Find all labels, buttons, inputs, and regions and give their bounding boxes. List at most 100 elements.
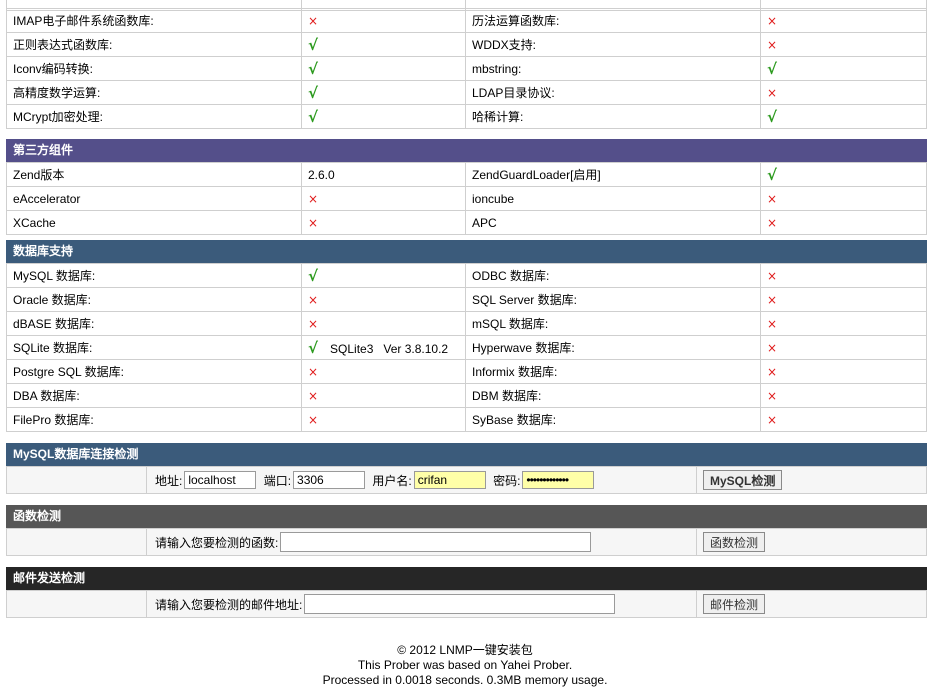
table-row: dBASE 数据库: × mSQL 数据库: × bbox=[6, 311, 927, 336]
feature-label: 哈稀计算: bbox=[465, 104, 761, 129]
check-icon: √ bbox=[308, 266, 319, 285]
no-icon: × bbox=[308, 388, 319, 403]
check-icon: √ bbox=[308, 107, 319, 126]
component-label: Zend版本 bbox=[6, 162, 302, 187]
third-party-section: 第三方组件 Zend版本 2.6.0 ZendGuardLoader[启用] √… bbox=[6, 139, 927, 235]
mysql-check-button[interactable]: MySQL检测 bbox=[703, 470, 783, 490]
check-icon: √ bbox=[767, 165, 778, 184]
table-row: Postgre SQL 数据库: × Informix 数据库: × bbox=[6, 359, 927, 384]
db-label: DBA 数据库: bbox=[6, 383, 302, 408]
mail-input[interactable] bbox=[304, 594, 616, 614]
mysql-check-form: 地址: 端口: 用户名: 密码: MySQL检测 bbox=[6, 466, 927, 494]
db-label: SQLite 数据库: bbox=[6, 335, 302, 360]
no-icon: × bbox=[767, 340, 778, 355]
no-icon: × bbox=[308, 13, 319, 28]
sqlite-version: SQLite3 Ver 3.8.10.2 bbox=[330, 341, 449, 356]
table-row: Oracle 数据库: × SQL Server 数据库: × bbox=[6, 287, 927, 312]
footer-stats: Processed in 0.0018 seconds. 0.3MB memor… bbox=[322, 673, 608, 687]
host-input[interactable] bbox=[184, 471, 257, 489]
function-check-button[interactable]: 函数检测 bbox=[703, 532, 766, 552]
db-label: MySQL 数据库: bbox=[6, 263, 302, 288]
check-icon: √ bbox=[767, 59, 778, 78]
table-row: MySQL 数据库: √ ODBC 数据库: × bbox=[6, 263, 927, 288]
password-input[interactable] bbox=[522, 471, 595, 489]
table-row: eAccelerator × ioncube × bbox=[6, 186, 927, 211]
table-row: Iconv编码转换: √ mbstring: √ bbox=[6, 56, 927, 81]
username-label: 用户名: bbox=[372, 473, 412, 488]
port-input[interactable] bbox=[293, 471, 366, 489]
feature-label: MCrypt加密处理: bbox=[6, 104, 302, 129]
no-icon: × bbox=[308, 292, 319, 307]
db-label: SQL Server 数据库: bbox=[465, 287, 761, 312]
feature-label: LDAP目录协议: bbox=[465, 80, 761, 105]
no-icon: × bbox=[767, 37, 778, 52]
function-check-section: 函数检测 请输入您要检测的函数: 函数检测 bbox=[6, 505, 927, 556]
no-icon: × bbox=[767, 215, 778, 230]
table-row: IMAP电子邮件系统函数库: × 历法运算函数库: × bbox=[6, 8, 927, 33]
footer-copyright: © 2012 LNMP一键安装包 bbox=[397, 643, 533, 657]
no-icon: × bbox=[767, 292, 778, 307]
database-section: 数据库支持 MySQL 数据库: √ ODBC 数据库: × Oracle 数据… bbox=[6, 240, 927, 432]
db-label: dBASE 数据库: bbox=[6, 311, 302, 336]
no-icon: × bbox=[767, 412, 778, 427]
password-label: 密码: bbox=[493, 473, 521, 488]
feature-label: Iconv编码转换: bbox=[6, 56, 302, 81]
port-label: 端口: bbox=[263, 473, 292, 488]
feature-label: 高精度数学运算: bbox=[6, 80, 302, 105]
username-input[interactable] bbox=[413, 471, 486, 489]
table-row: XCache × APC × bbox=[6, 210, 927, 235]
table-row: FilePro 数据库: × SyBase 数据库: × bbox=[6, 407, 927, 432]
no-icon: × bbox=[308, 316, 319, 331]
check-icon: √ bbox=[308, 59, 319, 78]
third-party-table: Zend版本 2.6.0 ZendGuardLoader[启用] √ eAcce… bbox=[6, 162, 927, 235]
section-title: 函数检测 bbox=[6, 505, 927, 528]
check-icon: √ bbox=[308, 83, 319, 102]
no-icon: × bbox=[767, 191, 778, 206]
no-icon: × bbox=[308, 191, 319, 206]
mail-check-section: 邮件发送检测 请输入您要检测的邮件地址: 邮件检测 bbox=[6, 567, 927, 618]
table-row: MCrypt加密处理: √ 哈稀计算: √ bbox=[6, 104, 927, 129]
table-row: 正则表达式函数库: √ WDDX支持: × bbox=[6, 32, 927, 57]
table-row: SQLite 数据库: √ SQLite3 Ver 3.8.10.2 Hyperw… bbox=[6, 335, 927, 360]
no-icon: × bbox=[308, 412, 319, 427]
table-row: 请输入您要检测的邮件地址: 邮件检测 bbox=[6, 590, 927, 618]
no-icon: × bbox=[767, 316, 778, 331]
section-title: 邮件发送检测 bbox=[6, 567, 927, 590]
feature-label: mbstring: bbox=[465, 56, 761, 81]
component-label: ioncube bbox=[465, 186, 761, 211]
mail-check-button[interactable]: 邮件检测 bbox=[703, 594, 766, 614]
feature-label: WDDX支持: bbox=[465, 32, 761, 57]
table-row: Zend版本 2.6.0 ZendGuardLoader[启用] √ bbox=[6, 162, 927, 187]
db-label: Postgre SQL 数据库: bbox=[6, 359, 302, 384]
no-icon: × bbox=[767, 388, 778, 403]
check-icon: √ bbox=[308, 338, 319, 357]
database-table: MySQL 数据库: √ ODBC 数据库: × Oracle 数据库: × S… bbox=[6, 263, 927, 432]
function-check-form: 请输入您要检测的函数: 函数检测 bbox=[6, 528, 927, 556]
footer-credit: This Prober was based on Yahei Prober. bbox=[357, 658, 573, 672]
feature-label: 历法运算函数库: bbox=[465, 8, 761, 33]
footer: © 2012 LNMP一键安装包 This Prober was based o… bbox=[0, 643, 930, 688]
component-label: ZendGuardLoader[启用] bbox=[465, 162, 761, 187]
no-icon: × bbox=[308, 364, 319, 379]
host-label: 地址: bbox=[155, 473, 183, 488]
table-row: 请输入您要检测的函数: 函数检测 bbox=[6, 528, 927, 556]
db-label: SyBase 数据库: bbox=[465, 407, 761, 432]
component-label: XCache bbox=[6, 210, 302, 235]
db-label: Oracle 数据库: bbox=[6, 287, 302, 312]
db-label: Hyperwave 数据库: bbox=[465, 335, 761, 360]
feature-label: 正则表达式函数库: bbox=[6, 32, 302, 57]
table-row: 地址: 端口: 用户名: 密码: MySQL检测 bbox=[6, 466, 927, 494]
no-icon: × bbox=[767, 364, 778, 379]
no-icon: × bbox=[308, 215, 319, 230]
no-icon: × bbox=[767, 268, 778, 283]
mail-check-form: 请输入您要检测的邮件地址: 邮件检测 bbox=[6, 590, 927, 618]
section-title: 第三方组件 bbox=[6, 139, 927, 162]
check-icon: √ bbox=[308, 35, 319, 54]
table-row: DBA 数据库: × DBM 数据库: × bbox=[6, 383, 927, 408]
db-label: FilePro 数据库: bbox=[6, 407, 302, 432]
db-label: ODBC 数据库: bbox=[465, 263, 761, 288]
function-input[interactable] bbox=[280, 532, 592, 552]
db-label: DBM 数据库: bbox=[465, 383, 761, 408]
db-label: mSQL 数据库: bbox=[465, 311, 761, 336]
no-icon: × bbox=[767, 85, 778, 100]
